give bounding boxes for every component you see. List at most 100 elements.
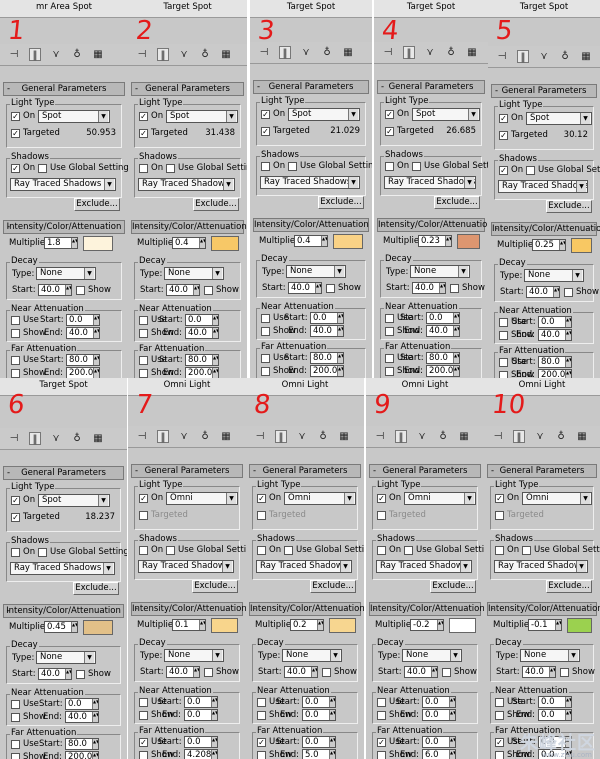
shadow-type-dropdown[interactable]: Ray Traced Shadows ▼: [138, 560, 234, 573]
far-start-spinner[interactable]: 0.0 ▲▼: [184, 736, 218, 748]
spinner-arrows-icon[interactable]: ▲▼: [321, 236, 327, 246]
near-use-checkbox[interactable]: [11, 700, 20, 709]
far-use-checkbox[interactable]: [385, 354, 394, 363]
far-end-spinner[interactable]: 200.0 ▲▼: [66, 367, 100, 378]
multiplier-spinner[interactable]: 0.23 ▲▼: [418, 235, 452, 247]
near-start-spinner[interactable]: 0.0 ▲▼: [538, 316, 572, 328]
targeted-checkbox[interactable]: ✓: [499, 131, 508, 140]
spinner-arrows-icon[interactable]: ▲▼: [565, 370, 571, 378]
spinner-arrows-icon[interactable]: ▲▼: [445, 236, 451, 246]
light-color-swatch[interactable]: [329, 618, 356, 633]
shadow-type-dropdown[interactable]: Ray Traced Shadows ▼: [384, 176, 476, 189]
exclude-button[interactable]: Exclude...: [430, 580, 476, 593]
near-end-spinner[interactable]: 40.0 ▲▼: [538, 329, 572, 341]
show-end-result-icon[interactable]: ‖: [275, 430, 287, 443]
far-use-checkbox[interactable]: ✓: [495, 738, 504, 747]
far-end-spinner[interactable]: 5.0 ▲▼: [302, 749, 336, 759]
multiplier-spinner[interactable]: 0.2 ▲▼: [290, 619, 324, 631]
decay-type-dropdown[interactable]: None ▼: [524, 269, 584, 282]
targeted-checkbox[interactable]: ✓: [11, 513, 20, 522]
light-color-swatch[interactable]: [211, 618, 238, 633]
targeted-checkbox[interactable]: ✓: [11, 129, 20, 138]
spinner-arrows-icon[interactable]: ▲▼: [555, 620, 561, 630]
make-unique-icon[interactable]: ⋎: [534, 430, 546, 443]
show-end-result-icon[interactable]: ‖: [29, 48, 41, 61]
spinner-arrows-icon[interactable]: ▲▼: [71, 622, 77, 632]
spinner-arrows-icon[interactable]: ▲▼: [453, 366, 459, 376]
spinner-arrows-icon[interactable]: ▲▼: [449, 710, 455, 720]
spinner-arrows-icon[interactable]: ▲▼: [92, 699, 98, 709]
decay-start-spinner[interactable]: 40.0 ▲▼: [166, 284, 200, 296]
spinner-arrows-icon[interactable]: ▲▼: [71, 238, 77, 248]
spinner-arrows-icon[interactable]: ▲▼: [453, 313, 459, 323]
near-start-spinner[interactable]: 0.0 ▲▼: [538, 696, 572, 708]
decay-start-spinner[interactable]: 40.0 ▲▼: [288, 282, 322, 294]
targeted-checkbox[interactable]: [377, 511, 386, 520]
remove-modifier-icon[interactable]: ♁: [317, 430, 329, 443]
remove-modifier-icon[interactable]: ♁: [71, 432, 83, 445]
use-global-settings-checkbox[interactable]: [166, 546, 175, 555]
light-on-checkbox[interactable]: ✓: [385, 110, 394, 119]
light-type-dropdown[interactable]: Spot ▼: [38, 494, 110, 507]
light-type-dropdown[interactable]: Spot ▼: [288, 108, 360, 121]
make-unique-icon[interactable]: ⋎: [424, 46, 436, 59]
light-on-checkbox[interactable]: ✓: [257, 494, 266, 503]
light-color-swatch[interactable]: [567, 618, 592, 633]
decay-show-checkbox[interactable]: [326, 284, 335, 293]
shadows-on-checkbox[interactable]: [139, 164, 148, 173]
far-start-spinner[interactable]: 80.0 ▲▼: [65, 738, 99, 750]
near-start-spinner[interactable]: 0.0 ▲▼: [65, 698, 99, 710]
make-unique-icon[interactable]: ⋎: [178, 48, 190, 61]
remove-modifier-icon[interactable]: ♁: [559, 50, 571, 63]
light-color-swatch[interactable]: [457, 234, 480, 249]
spinner-arrows-icon[interactable]: ▲▼: [211, 697, 217, 707]
configure-modifier-sets-icon[interactable]: ▦: [220, 430, 232, 443]
general-parameters-rollout[interactable]: - General Parameters: [369, 464, 481, 478]
light-type-dropdown[interactable]: Omni ▼: [284, 492, 356, 505]
remove-modifier-icon[interactable]: ♁: [445, 46, 457, 59]
near-end-spinner[interactable]: 40.0 ▲▼: [185, 327, 219, 339]
spinner-arrows-icon[interactable]: ▲▼: [453, 353, 459, 363]
far-end-spinner[interactable]: 200.0 ▲▼: [310, 365, 344, 377]
general-parameters-rollout[interactable]: - General Parameters: [491, 84, 597, 98]
spinner-arrows-icon[interactable]: ▲▼: [329, 697, 335, 707]
near-end-spinner[interactable]: 0.0 ▲▼: [422, 709, 456, 721]
intensity-color-attenuation-rollout[interactable]: - Intensity/Color/Attenuation: [131, 602, 246, 616]
spinner-arrows-icon[interactable]: ▲▼: [199, 238, 205, 248]
light-type-dropdown[interactable]: Omni ▼: [166, 492, 238, 505]
near-start-spinner[interactable]: 0.0 ▲▼: [310, 312, 344, 324]
near-start-spinner[interactable]: 0.0 ▲▼: [422, 696, 456, 708]
spinner-arrows-icon[interactable]: ▲▼: [337, 313, 343, 323]
near-use-checkbox[interactable]: [385, 314, 394, 323]
near-use-checkbox[interactable]: [257, 698, 266, 707]
light-type-dropdown[interactable]: Spot ▼: [38, 110, 110, 123]
pin-stack-icon[interactable]: ⊣: [136, 430, 148, 443]
remove-modifier-icon[interactable]: ♁: [321, 46, 333, 59]
targeted-checkbox[interactable]: [139, 511, 148, 520]
light-type-dropdown[interactable]: Spot ▼: [166, 110, 238, 123]
near-show-checkbox[interactable]: [261, 327, 270, 336]
general-parameters-rollout[interactable]: - General Parameters: [131, 464, 243, 478]
far-show-checkbox[interactable]: [11, 753, 20, 759]
decay-type-dropdown[interactable]: None ▼: [164, 649, 224, 662]
targeted-checkbox[interactable]: ✓: [139, 129, 148, 138]
make-unique-icon[interactable]: ⋎: [538, 50, 550, 63]
decay-show-checkbox[interactable]: [322, 668, 331, 677]
configure-modifier-sets-icon[interactable]: ▦: [92, 48, 104, 61]
targeted-checkbox[interactable]: [257, 511, 266, 520]
far-start-spinner[interactable]: 80.0 ▲▼: [310, 352, 344, 364]
spinner-arrows-icon[interactable]: ▲▼: [93, 328, 99, 338]
far-show-checkbox[interactable]: [11, 369, 20, 378]
decay-start-spinner[interactable]: 40.0 ▲▼: [412, 282, 446, 294]
pin-stack-icon[interactable]: ⊣: [258, 46, 270, 59]
far-show-checkbox[interactable]: [499, 371, 508, 378]
near-show-checkbox[interactable]: [377, 711, 386, 720]
far-show-checkbox[interactable]: [385, 367, 394, 376]
decay-show-checkbox[interactable]: [204, 668, 213, 677]
show-end-result-icon[interactable]: ‖: [157, 48, 169, 61]
decay-show-checkbox[interactable]: [442, 668, 451, 677]
configure-modifier-sets-icon[interactable]: ▦: [342, 46, 354, 59]
spinner-arrows-icon[interactable]: ▲▼: [565, 330, 571, 340]
near-use-checkbox[interactable]: [11, 316, 20, 325]
near-start-spinner[interactable]: 0.0 ▲▼: [185, 314, 219, 326]
